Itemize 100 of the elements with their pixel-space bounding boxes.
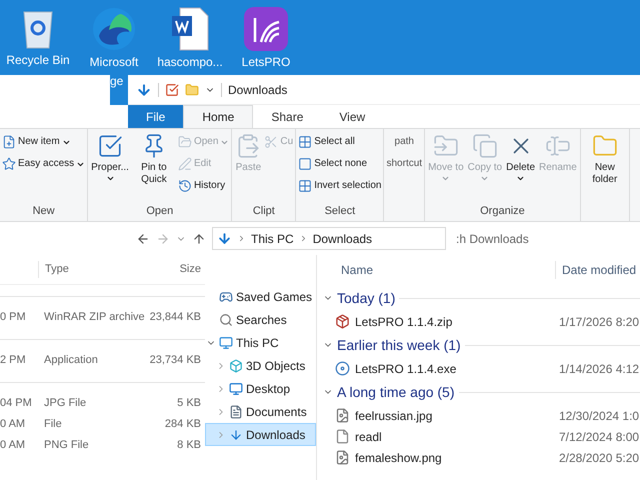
archive-icon <box>335 314 350 329</box>
table-cell-text: 0 AM <box>0 438 26 454</box>
ribbon-button[interactable]: Select none <box>298 157 382 171</box>
search-icon <box>219 312 233 326</box>
nav-item[interactable]: Downloads <box>205 423 316 446</box>
ribbon-group-label: New <box>32 206 55 219</box>
nav-item[interactable]: This PC <box>205 331 316 354</box>
scissors-icon <box>264 135 278 149</box>
back-button-icon[interactable] <box>136 232 150 246</box>
search-field[interactable]: :h Downloads <box>452 227 632 250</box>
copy-icon <box>472 133 498 159</box>
file-date: 1/14/2026 4:12 <box>558 360 640 378</box>
nav-item[interactable]: Desktop <box>205 377 316 400</box>
download-icon[interactable] <box>136 82 152 98</box>
group-header[interactable]: Today (1) <box>323 288 396 308</box>
breadcrumb[interactable]: Downloads <box>312 230 372 248</box>
window-title: Downloads <box>228 82 288 98</box>
ribbon-button[interactable]: New item <box>2 135 86 149</box>
folder-icon[interactable] <box>185 82 199 96</box>
nav-item[interactable]: 3D Objects <box>205 354 316 377</box>
file-date: 2/28/2020 5:20 <box>558 450 640 466</box>
table-cell-text: 2 PM <box>0 353 27 368</box>
ribbon-button[interactable]: History <box>178 179 230 193</box>
browser-icon <box>91 6 137 52</box>
ribbon-tab[interactable]: View <box>321 105 384 128</box>
ribbon-button[interactable]: New folder <box>582 133 627 186</box>
disc-icon <box>335 361 350 376</box>
table-cell-text: 8 KB <box>176 438 202 454</box>
group-header[interactable]: Earlier this week (1) <box>323 334 461 356</box>
column-header[interactable]: Size <box>142 261 205 278</box>
caret-icon <box>516 174 526 183</box>
ribbon-tab[interactable]: Home <box>183 105 254 128</box>
file-menu-tab[interactable]: File <box>128 105 184 128</box>
ribbon-button[interactable]: Proper... <box>90 133 130 183</box>
desktop-icon-label[interactable]: Recycle Bin <box>6 54 70 66</box>
file-name[interactable]: LetsPRO 1.1.4.exe <box>355 360 456 378</box>
address-bar[interactable]: This PC Downloads <box>212 227 446 250</box>
table-cell-text: JPG File <box>43 396 88 412</box>
ribbon-button[interactable]: Easy access <box>2 157 86 171</box>
ribbon-button[interactable]: Delete <box>505 133 536 183</box>
column-header[interactable]: Type <box>38 261 142 278</box>
monitor-icon <box>229 382 243 396</box>
table-cell-text: 23,734 KB <box>148 353 202 368</box>
download-icon <box>217 231 232 246</box>
file-name[interactable]: readl <box>355 428 382 446</box>
new-item-icon <box>2 135 16 149</box>
table-cell-text: File <box>43 417 63 432</box>
table-cell-text: Application <box>43 353 99 368</box>
image-file-icon <box>335 408 350 423</box>
document-icon <box>229 404 243 418</box>
grid-icon <box>298 179 312 193</box>
gamepad-icon <box>219 290 233 304</box>
desktop-icon-label[interactable]: LetsPRO <box>242 56 290 68</box>
column-header[interactable]: Name <box>323 261 555 279</box>
file-date: 12/30/2024 1:0 <box>558 408 640 424</box>
ribbon-button[interactable]: Invert selection <box>298 179 382 193</box>
checkmark-document-icon <box>97 133 124 159</box>
forward-button-icon[interactable] <box>156 232 170 246</box>
monitor-icon <box>219 336 233 350</box>
ribbon-group-label: Organize <box>480 206 525 219</box>
cube-icon <box>229 358 243 372</box>
word-document-icon <box>170 6 210 52</box>
file-name[interactable]: femaleshow.png <box>355 448 442 466</box>
group-header[interactable]: A long time ago (5) <box>323 382 455 402</box>
desktop-label-fragment: ge <box>110 75 124 87</box>
image-file-icon <box>335 450 350 465</box>
table-cell-text: PNG File <box>43 438 90 454</box>
grid-icon <box>298 135 312 149</box>
app-icon <box>243 6 289 52</box>
file-date: 7/12/2024 8:00 <box>558 428 640 446</box>
pencil-icon <box>178 157 192 171</box>
file-name[interactable]: LetsPRO 1.1.4.zip <box>355 312 452 330</box>
file-icon <box>335 429 350 444</box>
file-date: 1/17/2026 8:20 <box>558 314 640 330</box>
caret-icon <box>441 174 450 183</box>
caret-icon <box>106 174 115 183</box>
nav-item[interactable]: Documents <box>205 400 316 423</box>
nav-item[interactable]: Saved Games <box>205 285 316 308</box>
ribbon-button[interactable]: shortcut <box>386 157 422 171</box>
table-cell-text: 04 PM <box>0 396 33 412</box>
column-header[interactable]: Date modified <box>555 261 640 279</box>
ribbon-group-label: Clipt <box>252 206 275 219</box>
square-icon <box>298 157 312 171</box>
ribbon-button[interactable]: Pin to Quick <box>132 133 176 186</box>
nav-item[interactable]: Searches <box>205 308 316 331</box>
file-name[interactable]: feelrussian.jpg <box>355 406 432 424</box>
desktop-icon-label[interactable]: Microsoft <box>90 56 138 68</box>
ribbon-tab[interactable]: Share <box>253 105 322 128</box>
ribbon-button[interactable]: Select all <box>298 135 382 149</box>
breadcrumb[interactable]: This PC <box>251 230 294 248</box>
properties-icon[interactable] <box>165 82 179 96</box>
table-cell-text: 0 AM <box>0 417 26 432</box>
table-cell-text: WinRAR ZIP archive <box>43 310 142 326</box>
ribbon-group-label: Select <box>324 206 356 219</box>
table-cell-text: 0 PM <box>0 310 27 326</box>
breadcrumb-chevron-icon <box>237 234 246 243</box>
folder-icon <box>178 135 192 149</box>
ribbon-button[interactable]: path <box>386 135 422 149</box>
desktop-icon-label[interactable]: hascompo... <box>157 56 223 68</box>
up-button-icon[interactable] <box>192 232 206 246</box>
